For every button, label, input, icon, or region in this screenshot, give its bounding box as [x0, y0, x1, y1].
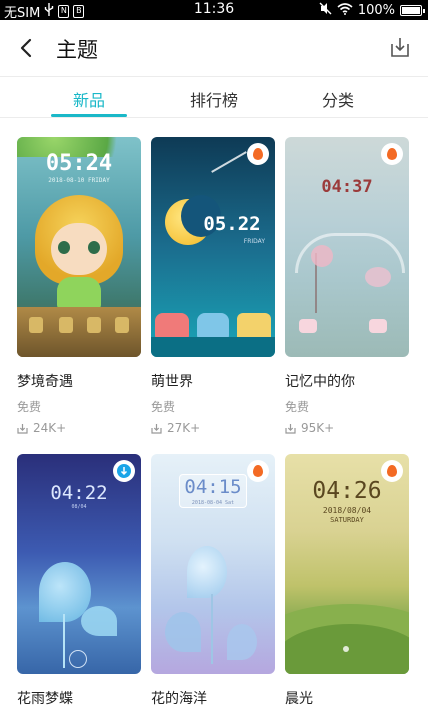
download-icon: [151, 423, 162, 434]
status-right: 100%: [319, 2, 425, 19]
theme-card[interactable]: 04:37 记忆中的你 免费 95K+: [285, 137, 409, 435]
download-count: 27K+: [151, 421, 275, 435]
preview-date: 2018-08-10 FRIDAY: [48, 177, 110, 184]
battery-icon: [400, 5, 425, 16]
theme-card[interactable]: 04:26 2018/08/04 SATURDAY 晨光: [285, 454, 409, 708]
preview-day: SATURDAY: [330, 516, 364, 524]
theme-preview[interactable]: 04:22 08/04: [17, 454, 141, 674]
download-count-value: 95K+: [301, 421, 335, 435]
theme-price: 免费: [285, 400, 310, 414]
preview-clock: 04:37: [321, 177, 373, 197]
theme-preview[interactable]: 04:37: [285, 137, 409, 357]
preview-date: FRIDAY: [243, 238, 265, 245]
theme-name: 晨光: [285, 691, 313, 707]
tab-new[interactable]: 新品: [44, 87, 134, 111]
preview-date: 08/04: [71, 504, 87, 510]
hot-icon: [247, 460, 269, 482]
theme-preview[interactable]: 04:15 2018-08-04 Sat: [151, 454, 275, 674]
download-count: 95K+: [285, 421, 409, 435]
theme-preview[interactable]: 04:26 2018/08/04 SATURDAY: [285, 454, 409, 674]
wifi-icon: [337, 2, 353, 19]
tab-ranking[interactable]: 排行榜: [169, 87, 259, 111]
download-manager-icon[interactable]: [388, 35, 412, 59]
app-header: 主题: [0, 20, 428, 76]
theme-card[interactable]: 04:22 08/04 花雨梦蝶: [17, 454, 141, 708]
theme-name: 记忆中的你: [285, 374, 355, 390]
back-arrow-icon[interactable]: [14, 34, 40, 62]
theme-price: 免费: [17, 400, 42, 414]
hot-icon: [381, 460, 403, 482]
downloading-icon: [113, 460, 135, 482]
status-bar: 无SIM N B 11:36 100%: [0, 0, 428, 21]
mute-icon: [319, 2, 332, 19]
hot-icon: [381, 143, 403, 165]
download-icon: [17, 423, 28, 434]
hot-icon: [247, 143, 269, 165]
theme-preview[interactable]: 05:24 2018-08-10 FRIDAY: [17, 137, 141, 357]
download-icon: [285, 423, 296, 434]
preview-clock: 05.22: [203, 213, 261, 235]
battery-percent: 100%: [357, 3, 395, 18]
tab-bar: 新品 排行榜 分类: [0, 76, 428, 118]
theme-name: 花雨梦蝶: [17, 691, 73, 707]
page-title: 主题: [56, 38, 98, 62]
theme-price: 免费: [151, 400, 176, 414]
theme-card[interactable]: 04:15 2018-08-04 Sat 花的海洋: [151, 454, 275, 708]
preview-clock: 04:22: [50, 482, 108, 504]
download-count: 24K+: [17, 421, 141, 435]
theme-name: 梦境奇遇: [17, 374, 73, 390]
theme-card[interactable]: 05.22 FRIDAY 萌世界 免费 27K+: [151, 137, 275, 435]
download-count-value: 24K+: [33, 421, 67, 435]
theme-name: 萌世界: [151, 374, 193, 390]
tab-category[interactable]: 分类: [293, 87, 383, 111]
active-tab-indicator: [51, 114, 127, 117]
preview-date: 2018/08/04: [322, 506, 372, 515]
preview-clock: 05:24: [45, 151, 113, 176]
download-count-value: 27K+: [167, 421, 201, 435]
theme-preview[interactable]: 05.22 FRIDAY: [151, 137, 275, 357]
theme-card[interactable]: 05:24 2018-08-10 FRIDAY 梦境奇遇 免费 24K+: [17, 137, 141, 435]
theme-name: 花的海洋: [151, 691, 207, 707]
preview-date: 2018-08-04 Sat: [191, 500, 235, 506]
